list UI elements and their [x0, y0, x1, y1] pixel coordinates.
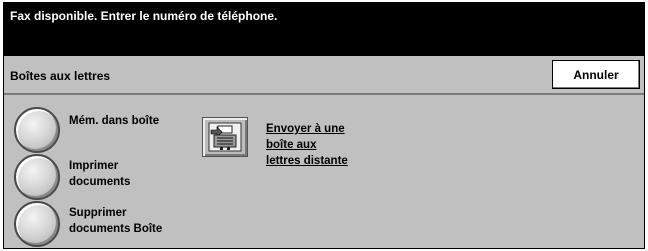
option-delete-documents[interactable]: Supprimer documents Boîte: [14, 201, 162, 247]
radio-button[interactable]: [14, 154, 60, 200]
status-bar: Fax disponible. Entrer le numéro de télé…: [4, 3, 644, 56]
remote-mailbox-icon[interactable]: [202, 117, 248, 157]
title-bar: Boîtes aux lettres Annuler: [4, 56, 644, 95]
radio-button[interactable]: [14, 107, 60, 153]
option-label: Supprimer documents Boîte: [69, 207, 163, 235]
page-title: Boîtes aux lettres: [10, 69, 111, 83]
option-label: Imprimer documents: [69, 160, 131, 188]
remote-mailbox-label[interactable]: Envoyer à une boîte aux lettres distante: [266, 121, 348, 169]
fax-mailbox-screen: Fax disponible. Entrer le numéro de télé…: [3, 2, 645, 249]
cancel-button[interactable]: Annuler: [552, 60, 640, 89]
option-store-in-mailbox[interactable]: Mém. dans boîte: [14, 107, 159, 153]
option-label: Mém. dans boîte: [69, 115, 160, 127]
send-to-remote-mailbox[interactable]: Envoyer à une boîte aux lettres distante: [202, 117, 348, 169]
options-panel: Mém. dans boîte Imprimer documents Suppr…: [4, 97, 644, 248]
option-print-documents[interactable]: Imprimer documents: [14, 154, 130, 200]
radio-button[interactable]: [14, 201, 60, 247]
status-message: Fax disponible. Entrer le numéro de télé…: [10, 9, 278, 23]
